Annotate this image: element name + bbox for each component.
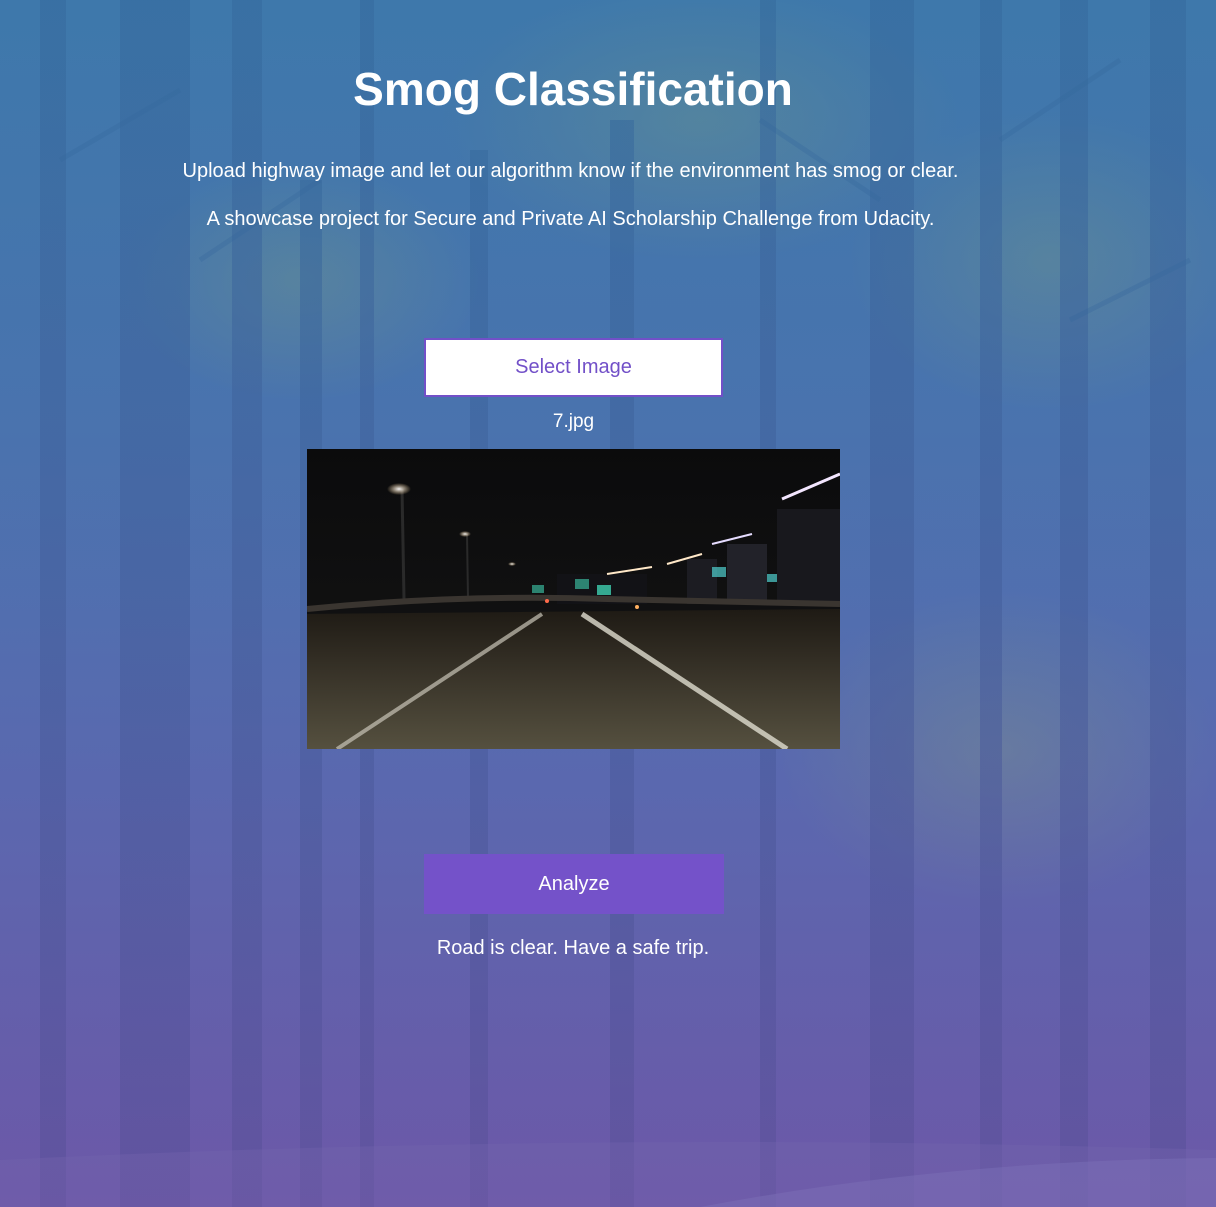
page-subtitle: A showcase project for Secure and Privat… [206,208,935,230]
main-content: Smog Classification Upload highway image… [0,0,1216,1207]
image-preview [307,449,840,749]
page-description: Upload highway image and let our algorit… [182,160,959,182]
select-image-button[interactable]: Select Image [424,338,723,397]
analyze-button[interactable]: Analyze [424,854,724,914]
selected-filename: 7.jpg [552,411,595,432]
highway-night-photo-icon [307,449,840,749]
page-title: Smog Classification [353,63,793,115]
analysis-result: Road is clear. Have a safe trip. [436,937,710,959]
